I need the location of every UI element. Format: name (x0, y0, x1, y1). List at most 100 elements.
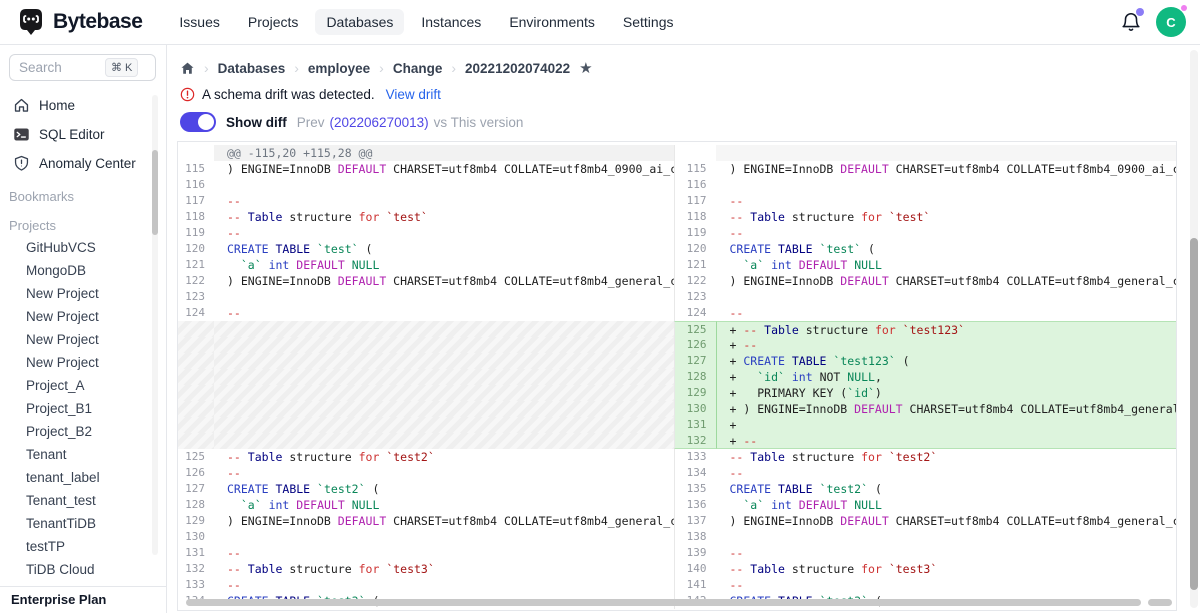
code-line-new[interactable]: + `id` int NOT NULL, (716, 369, 1177, 385)
nav-environments[interactable]: Environments (498, 9, 606, 35)
sidebar-item-home[interactable]: Home (0, 91, 166, 120)
code-line-old[interactable]: ) ENGINE=InnoDB DEFAULT CHARSET=utf8mb4 … (214, 273, 674, 289)
line-number-new: 116 (674, 177, 716, 193)
line-number-new: 125 (674, 321, 716, 337)
code-line-old[interactable] (214, 177, 674, 193)
code-line-new[interactable]: + ) ENGINE=InnoDB DEFAULT CHARSET=utf8mb… (716, 401, 1177, 417)
page-scrollbar-thumb[interactable] (1190, 238, 1198, 590)
sidebar-project-item[interactable]: GitHubVCS (0, 236, 166, 259)
horizontal-scrollbar-thumb[interactable] (186, 599, 1141, 606)
hunk-header[interactable]: @@ -115,20 +115,28 @@ (214, 145, 674, 161)
breadcrumb-separator: › (294, 60, 299, 76)
code-line-old[interactable]: -- (214, 193, 674, 209)
nav-projects[interactable]: Projects (237, 9, 310, 35)
bookmark-star-icon[interactable]: ★ (579, 61, 592, 76)
nav-issues[interactable]: Issues (168, 9, 230, 35)
code-line-new[interactable] (716, 145, 1177, 161)
diff-toolbar: Show diff Prev (202206270013) vs This ve… (180, 112, 1200, 132)
search-box[interactable]: ⌘ K (9, 54, 156, 81)
code-line-new[interactable] (716, 289, 1177, 305)
code-line-new[interactable]: -- (716, 465, 1177, 481)
code-line-new[interactable] (716, 529, 1177, 545)
code-line-old[interactable] (214, 529, 674, 545)
breadcrumb-version[interactable]: 20221202074022 (465, 61, 570, 76)
breadcrumb-separator: › (379, 60, 384, 76)
breadcrumb-employee[interactable]: employee (308, 61, 370, 76)
code-line-old[interactable]: ) ENGINE=InnoDB DEFAULT CHARSET=utf8mb4 … (214, 161, 674, 177)
sidebar-project-item[interactable]: New Project (0, 305, 166, 328)
sidebar-project-item[interactable]: New Project (0, 328, 166, 351)
show-diff-toggle[interactable] (180, 112, 216, 132)
code-line-new[interactable]: -- (716, 193, 1177, 209)
code-line-new[interactable]: ) ENGINE=InnoDB DEFAULT CHARSET=utf8mb4 … (716, 513, 1177, 529)
code-line-old[interactable]: -- Table structure for `test3` (214, 561, 674, 577)
code-line-new[interactable]: ) ENGINE=InnoDB DEFAULT CHARSET=utf8mb4 … (716, 161, 1177, 177)
sidebar-project-item[interactable]: Project_B1 (0, 397, 166, 420)
breadcrumb-home-icon[interactable] (180, 61, 195, 76)
bytebase-app: Bytebase Issues Projects Databases Insta… (0, 0, 1200, 613)
code-line-old[interactable]: -- (214, 225, 674, 241)
code-line-new[interactable]: -- (716, 545, 1177, 561)
code-line-new[interactable]: CREATE TABLE `test` ( (716, 241, 1177, 257)
code-line-new[interactable]: -- Table structure for `test` (716, 209, 1177, 225)
breadcrumb-change[interactable]: Change (393, 61, 443, 76)
code-line-new[interactable]: -- Table structure for `test3` (716, 561, 1177, 577)
top-nav: Issues Projects Databases Instances Envi… (168, 9, 684, 35)
sidebar-project-item[interactable]: Project_A (0, 374, 166, 397)
code-line-new[interactable]: + CREATE TABLE `test123` ( (716, 353, 1177, 369)
sidebar-project-item[interactable]: MongoDB (0, 259, 166, 282)
sidebar-item-anomaly-center[interactable]: Anomaly Center (0, 149, 166, 178)
code-line-old[interactable]: -- (214, 465, 674, 481)
code-line-old[interactable]: ) ENGINE=InnoDB DEFAULT CHARSET=utf8mb4 … (214, 513, 674, 529)
sidebar-project-item[interactable]: TiDB Cloud (0, 558, 166, 581)
sidebar-project-item[interactable]: testTP (0, 535, 166, 558)
view-drift-link[interactable]: View drift (386, 87, 441, 102)
code-line-old[interactable]: `a` int DEFAULT NULL (214, 257, 674, 273)
user-avatar[interactable]: C (1156, 7, 1186, 37)
code-line-new[interactable]: + -- (716, 337, 1177, 353)
sidebar-project-item[interactable]: Tenant_test (0, 489, 166, 512)
code-line-new[interactable]: -- (716, 577, 1177, 593)
code-line-old[interactable]: -- (214, 545, 674, 561)
code-line-new[interactable]: `a` int DEFAULT NULL (716, 257, 1177, 273)
sidebar-project-item[interactable]: Project_B2 (0, 420, 166, 443)
code-line-new[interactable]: ) ENGINE=InnoDB DEFAULT CHARSET=utf8mb4 … (716, 273, 1177, 289)
sidebar-project-item[interactable]: tenant_label (0, 466, 166, 489)
code-line-new[interactable]: + (716, 417, 1177, 433)
horizontal-scrollbar-thumb-right[interactable] (1148, 599, 1172, 606)
code-line-old[interactable]: -- Table structure for `test` (214, 209, 674, 225)
notification-bell-icon[interactable] (1120, 11, 1142, 33)
breadcrumb-databases[interactable]: Databases (218, 61, 286, 76)
code-line-old[interactable]: CREATE TABLE `test2` ( (214, 481, 674, 497)
code-line-new[interactable]: `a` int DEFAULT NULL (716, 497, 1177, 513)
sidebar-project-item[interactable]: New Project (0, 351, 166, 374)
code-line-new[interactable]: + PRIMARY KEY (`id`) (716, 385, 1177, 401)
code-line-old[interactable]: `a` int DEFAULT NULL (214, 497, 674, 513)
code-line-old[interactable]: -- (214, 305, 674, 321)
sidebar-project-item[interactable]: TenantTiDB (0, 512, 166, 535)
nav-instances[interactable]: Instances (410, 9, 492, 35)
code-line-new[interactable] (716, 177, 1177, 193)
code-line-new[interactable]: + -- Table structure for `test123` (716, 321, 1177, 337)
code-line-new[interactable]: + -- (716, 433, 1177, 449)
code-line-old[interactable] (214, 289, 674, 305)
code-line-old[interactable]: -- (214, 577, 674, 593)
code-line-old[interactable]: CREATE TABLE `test` ( (214, 241, 674, 257)
nav-databases[interactable]: Databases (315, 9, 404, 35)
code-line-new[interactable]: CREATE TABLE `test2` ( (716, 481, 1177, 497)
nav-settings[interactable]: Settings (612, 9, 685, 35)
sidebar-item-sql-editor[interactable]: SQL Editor (0, 120, 166, 149)
code-line-new[interactable]: -- Table structure for `test2` (716, 449, 1177, 465)
code-line-new[interactable]: -- (716, 305, 1177, 321)
code-line-new[interactable]: -- (716, 225, 1177, 241)
sidebar-project-item[interactable]: Tenant (0, 443, 166, 466)
brand-name[interactable]: Bytebase (53, 10, 142, 34)
prev-version-link[interactable]: (202206270013) (330, 115, 429, 130)
search-input[interactable] (19, 60, 105, 75)
sidebar-item-label: Anomaly Center (39, 156, 136, 171)
bytebase-logo-icon[interactable] (16, 7, 46, 37)
empty-placeholder (214, 385, 674, 401)
sidebar-project-item[interactable]: New Project (0, 282, 166, 305)
sidebar-scrollbar-thumb[interactable] (152, 150, 158, 235)
code-line-old[interactable]: -- Table structure for `test2` (214, 449, 674, 465)
